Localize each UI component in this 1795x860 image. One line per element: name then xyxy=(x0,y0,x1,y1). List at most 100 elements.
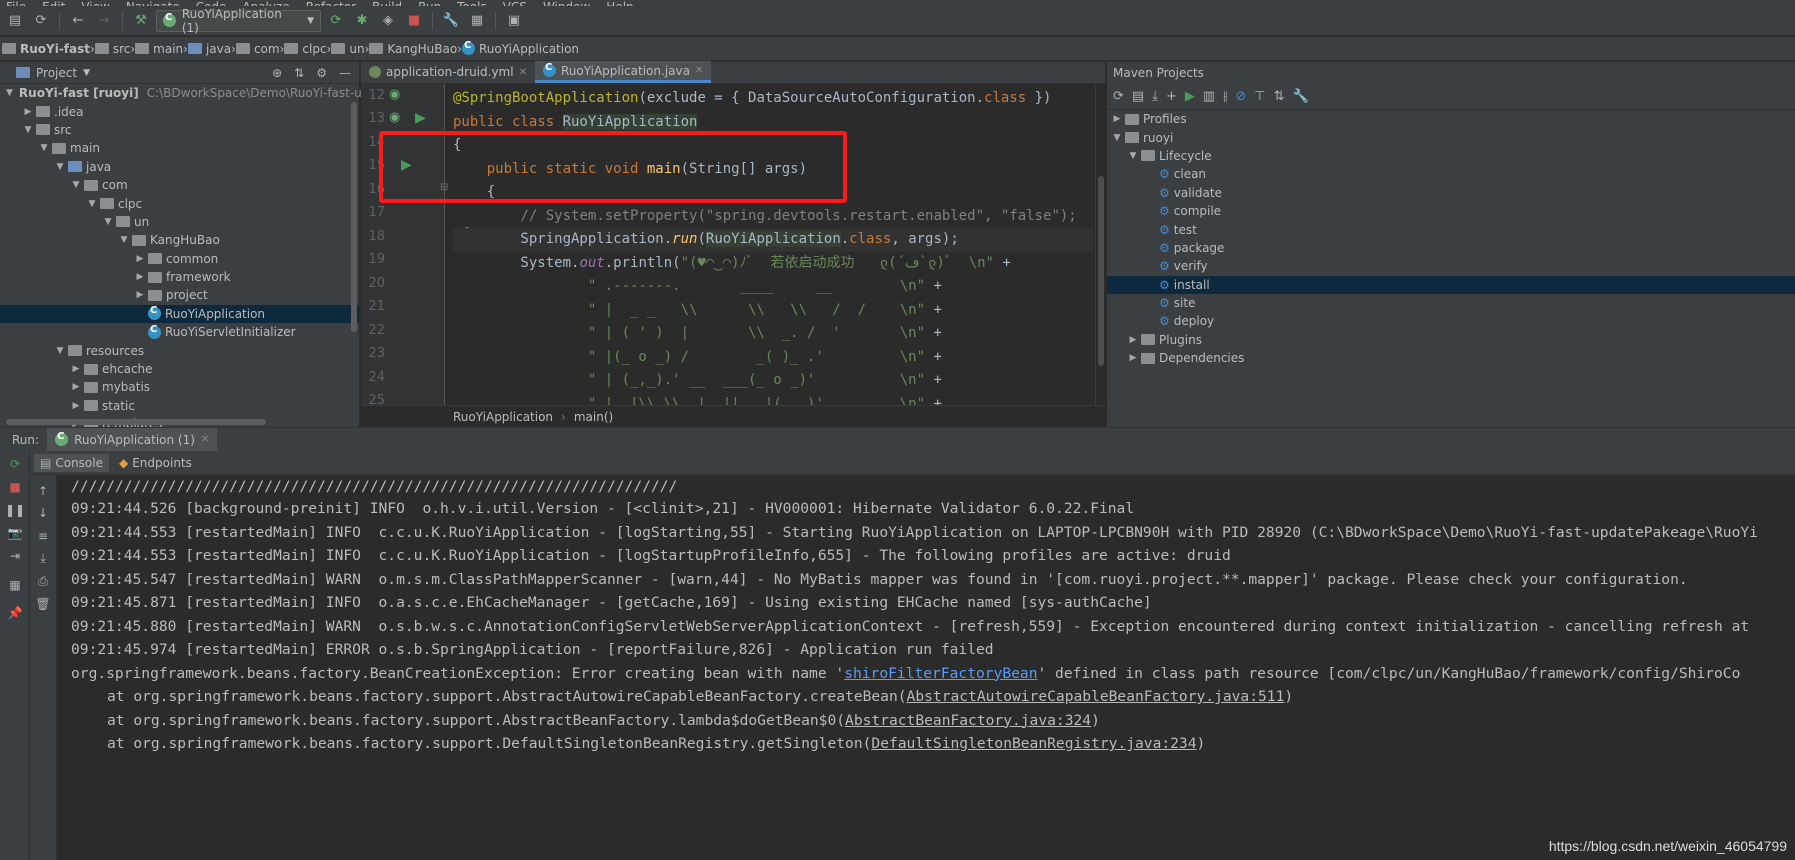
collapsed-arrow-icon[interactable]: ▶ xyxy=(70,382,82,392)
collapsed-arrow-icon[interactable]: ▶ xyxy=(134,272,146,282)
tab-console[interactable]: ▤ Console xyxy=(34,453,109,472)
project-tree-item[interactable]: ▼ com xyxy=(0,176,359,194)
console-output[interactable]: ////////////////////////////////////////… xyxy=(57,475,1795,860)
trash-icon[interactable]: 🗑 xyxy=(35,596,51,612)
close-icon[interactable]: ✕ xyxy=(201,434,209,445)
breadcrumb-item[interactable]: src xyxy=(94,42,130,56)
exit-icon[interactable]: ⇥ xyxy=(7,548,23,564)
expanded-arrow-icon[interactable]: ▼ xyxy=(6,88,13,98)
expanded-arrow-icon[interactable]: ▼ xyxy=(102,217,114,227)
up-arrow-icon[interactable]: ↑ xyxy=(35,483,51,499)
maven-tree-item[interactable]: ▼ ruoyi xyxy=(1107,128,1795,146)
sdk-icon[interactable]: ▣ xyxy=(503,10,525,32)
spring-bean-gutter-icon[interactable]: ◉ xyxy=(389,87,400,102)
project-tree-item[interactable]: ▶ project xyxy=(0,286,359,304)
settings-wrench-icon[interactable]: 🔧 xyxy=(440,10,462,32)
expanded-arrow-icon[interactable]: ▼ xyxy=(22,125,34,135)
tab-application-druid-yml[interactable]: application-druid.yml ✕ xyxy=(361,61,535,83)
forward-icon[interactable]: → xyxy=(93,10,115,32)
pin-icon[interactable]: 📌 xyxy=(7,605,23,621)
collapse-all-icon[interactable]: ⇅ xyxy=(294,66,304,80)
project-tree-item[interactable]: ▼ KangHuBao xyxy=(0,231,359,249)
save-icon[interactable]: ▤ xyxy=(4,10,26,32)
rerun-icon[interactable]: ⟳ xyxy=(7,456,23,472)
scroll-from-source-icon[interactable]: ⊕ xyxy=(272,66,282,80)
collapse-all-icon[interactable]: ⇅ xyxy=(1274,89,1285,104)
project-tree-item[interactable]: ▶ mybatis xyxy=(0,378,359,396)
reimport-icon[interactable]: ⟳ xyxy=(1113,89,1124,104)
synchronize-icon[interactable]: ⟳ xyxy=(30,10,52,32)
breadcrumb-item[interactable]: un xyxy=(331,42,365,56)
stop-icon[interactable]: ■ xyxy=(7,479,23,495)
down-arrow-icon[interactable]: ↓ xyxy=(35,505,51,521)
collapsed-arrow-icon[interactable]: ▶ xyxy=(1127,335,1139,345)
chevron-down-icon[interactable]: ▼ xyxy=(83,68,90,78)
hide-icon[interactable]: — xyxy=(339,66,351,80)
run-tab[interactable]: RuoYiApplication (1) ✕ xyxy=(47,427,218,452)
source-link[interactable]: AbstractBeanFactory.java:324 xyxy=(845,712,1091,729)
source-link[interactable]: AbstractAutowireCapableBeanFactory.java:… xyxy=(907,688,1285,705)
project-tree-item[interactable]: ▶ ehcache xyxy=(0,360,359,378)
project-tree-item[interactable]: ▼ RuoYi-fast [ruoyi] C:\BDworkSpace\Demo\R… xyxy=(0,84,404,102)
build-hammer-icon[interactable]: ⚒ xyxy=(130,10,152,32)
collapsed-arrow-icon[interactable]: ▶ xyxy=(70,401,82,411)
editor-scrollbar[interactable] xyxy=(1095,84,1105,405)
project-tree-item[interactable]: ▶ common xyxy=(0,250,359,268)
layout-icon[interactable]: ▦ xyxy=(7,577,23,593)
collapsed-arrow-icon[interactable]: ▶ xyxy=(134,254,146,264)
pause-icon[interactable]: ❚❚ xyxy=(5,502,25,518)
maven-goal-item[interactable]: ⚙ validate xyxy=(1107,184,1795,202)
maven-goal-item[interactable]: ⚙ verify xyxy=(1107,257,1795,275)
scroll-to-end-icon[interactable]: ⤓ xyxy=(35,550,51,566)
breadcrumb-item[interactable]: RuoYi-fast xyxy=(2,42,90,56)
breadcrumb-item[interactable]: clpc xyxy=(284,42,327,56)
gear-icon[interactable]: ⚙ xyxy=(316,66,327,80)
download-icon[interactable]: ⤓ xyxy=(1152,89,1158,104)
maven-tree-item[interactable]: ▶ Dependencies xyxy=(1107,349,1795,367)
tab-ruoyiapplication-java[interactable]: RuoYiApplication.java ✕ xyxy=(534,61,712,83)
maven-goal-item[interactable]: ⚙ clean xyxy=(1107,165,1795,183)
project-panel-title[interactable]: Project xyxy=(36,66,77,80)
run-gutter-icon[interactable]: ▶ xyxy=(415,110,426,126)
collapsed-arrow-icon[interactable]: ▶ xyxy=(1127,353,1139,363)
project-structure-icon[interactable]: ▦ xyxy=(466,10,488,32)
horizontal-scrollbar[interactable] xyxy=(6,419,266,425)
debug-icon[interactable]: ✱ xyxy=(351,10,373,32)
project-tree-item[interactable]: ▶ .idea xyxy=(0,102,359,120)
project-tree-item[interactable]: ▼ src xyxy=(0,121,359,139)
project-tree-item[interactable]: ▼ java xyxy=(0,158,359,176)
close-icon[interactable]: ✕ xyxy=(695,65,703,76)
project-tree-item[interactable]: ▶ framework xyxy=(0,268,359,286)
print-icon[interactable]: ⎙ xyxy=(35,573,51,589)
soft-wrap-icon[interactable]: ≡ xyxy=(35,528,51,544)
maven-goal-item[interactable]: ⚙ package xyxy=(1107,239,1795,257)
settings-wrench-icon[interactable]: 🔧 xyxy=(1293,89,1309,104)
expanded-arrow-icon[interactable]: ▼ xyxy=(118,235,130,245)
breadcrumb-item[interactable]: main xyxy=(135,42,183,56)
close-icon[interactable]: ✕ xyxy=(519,67,527,78)
coverage-icon[interactable]: ◈ xyxy=(377,10,399,32)
add-icon[interactable]: + xyxy=(1166,89,1177,104)
project-tree-item[interactable]: ▼ main xyxy=(0,139,359,157)
project-tree-item[interactable]: ▶ static xyxy=(0,397,359,415)
tab-endpoints[interactable]: ◆ Endpoints xyxy=(113,454,198,472)
breadcrumb-item[interactable]: com xyxy=(235,42,280,56)
project-tree-item[interactable]: ▼ clpc xyxy=(0,194,359,212)
expanded-arrow-icon[interactable]: ▼ xyxy=(86,199,98,209)
run-icon[interactable]: ▶ xyxy=(1185,89,1195,104)
breadcrumb-item[interactable]: KangHuBao xyxy=(369,42,457,56)
back-icon[interactable]: ← xyxy=(67,10,89,32)
expanded-arrow-icon[interactable]: ▼ xyxy=(1127,151,1139,161)
stop-icon[interactable]: ■ xyxy=(403,10,425,32)
execute-goal-icon[interactable]: ▥ xyxy=(1203,89,1215,104)
vertical-scrollbar[interactable] xyxy=(351,102,357,332)
maven-goal-item[interactable]: ⚙ compile xyxy=(1107,202,1795,220)
collapsed-arrow-icon[interactable]: ▶ xyxy=(134,290,146,300)
maven-goal-item[interactable]: ⚙ install xyxy=(1107,275,1795,294)
breadcrumb-item[interactable]: RuoYiApplication xyxy=(462,40,579,56)
rerun-icon[interactable]: ⟳ xyxy=(325,10,347,32)
expanded-arrow-icon[interactable]: ▼ xyxy=(70,180,82,190)
skip-tests-icon[interactable]: ⊘ xyxy=(1235,89,1246,104)
breadcrumb-item[interactable]: java xyxy=(187,42,231,56)
maven-tree-item[interactable]: ▶ Profiles xyxy=(1107,110,1795,128)
